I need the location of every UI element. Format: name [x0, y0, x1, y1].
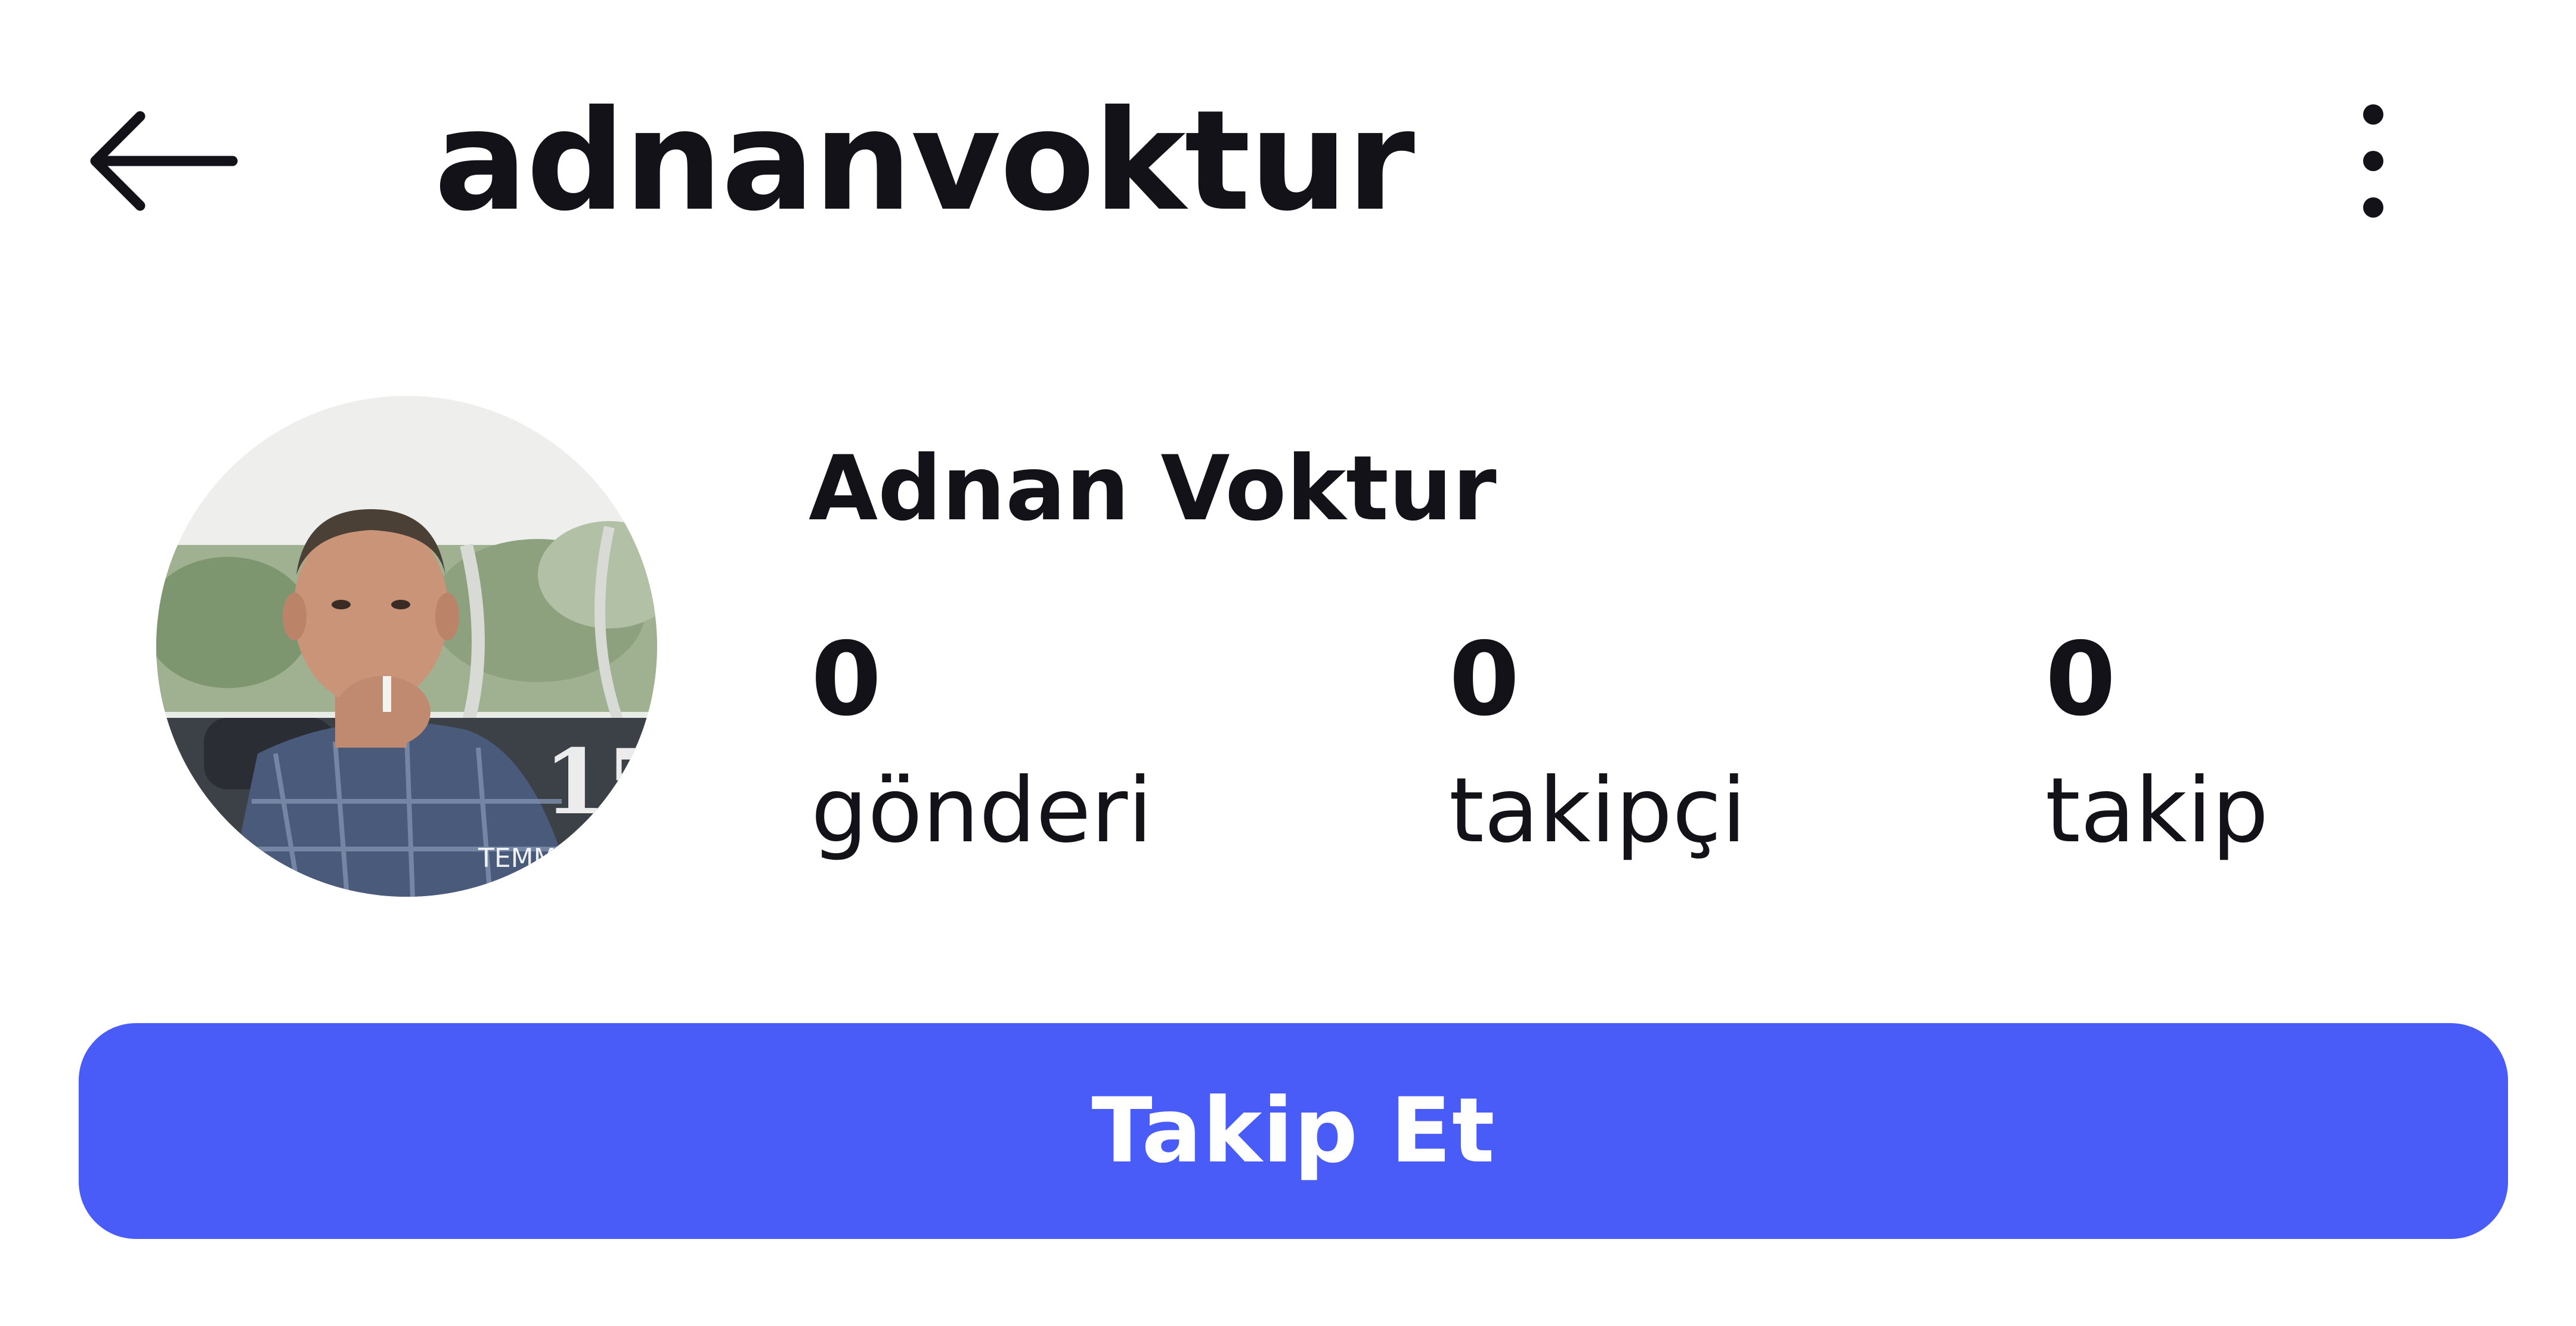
stat-following-count: 0 [2045, 621, 2116, 739]
avatar-photo: 15 TEMMUZ [156, 396, 657, 897]
stat-posts-count: 0 [811, 621, 882, 739]
stat-posts[interactable]: 0 gönderi [811, 614, 1348, 876]
stat-following-label: takip [2045, 759, 2269, 863]
stat-posts-label: gönderi [811, 759, 1153, 863]
more-options-button[interactable] [2314, 89, 2433, 233]
arrow-left-icon [90, 111, 238, 211]
more-vertical-icon [2363, 104, 2383, 218]
top-bar: adnanvoktur [0, 0, 2576, 322]
profile-username: adnanvoktur [434, 80, 1415, 241]
back-button[interactable] [78, 95, 244, 227]
svg-text:15: 15 [544, 730, 657, 835]
stat-followers[interactable]: 0 takipçi [1449, 614, 1986, 876]
follow-button-label: Takip Et [1091, 1079, 1496, 1183]
stat-followers-count: 0 [1449, 621, 1520, 739]
follow-button[interactable]: Takip Et [79, 1023, 2508, 1239]
profile-avatar[interactable]: 15 TEMMUZ [156, 396, 657, 897]
svg-text:TEMMUZ: TEMMUZ [478, 843, 593, 873]
stat-followers-label: takipçi [1449, 759, 1747, 863]
stat-following[interactable]: 0 takip [2045, 614, 2576, 876]
profile-display-name: Adnan Voktur [809, 437, 1497, 541]
